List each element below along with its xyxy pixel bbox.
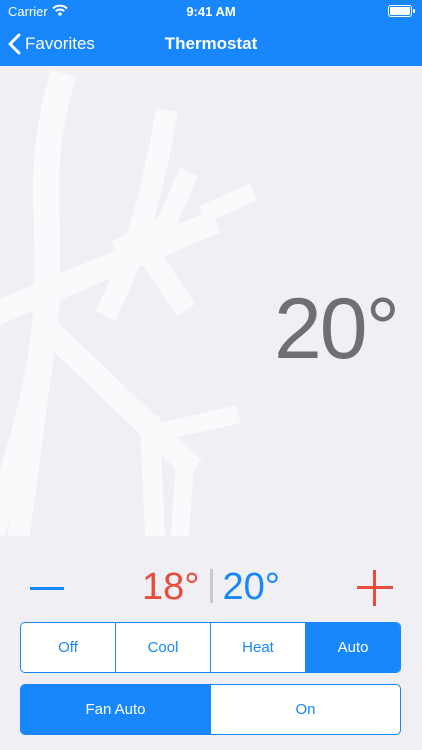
fan-segmented-control: Fan Auto On xyxy=(20,684,401,735)
increase-temperature-button[interactable] xyxy=(357,570,393,606)
back-button[interactable]: Favorites xyxy=(8,22,95,66)
mode-cool-segment[interactable]: Cool xyxy=(115,623,210,672)
status-bar: Carrier 9:41 AM xyxy=(0,0,422,22)
cool-setpoint[interactable]: 20° xyxy=(223,566,280,608)
current-temperature: 20° xyxy=(273,281,400,377)
status-time: 9:41 AM xyxy=(186,4,236,19)
setpoint-divider xyxy=(209,569,213,603)
heat-setpoint[interactable]: 18° xyxy=(142,566,199,608)
navigation-bar: Favorites Thermostat xyxy=(0,22,422,66)
chevron-left-icon xyxy=(8,33,21,55)
back-button-label: Favorites xyxy=(25,34,95,53)
setpoint-controls: 18° 20° xyxy=(0,560,422,616)
mode-auto-segment[interactable]: Auto xyxy=(305,623,400,672)
mode-segmented-control: Off Cool Heat Auto xyxy=(20,622,401,673)
fan-auto-segment[interactable]: Fan Auto xyxy=(21,685,210,734)
mode-heat-segment[interactable]: Heat xyxy=(210,623,305,672)
mode-off-segment[interactable]: Off xyxy=(21,623,115,672)
battery-icon xyxy=(388,5,415,17)
snowflake-icon xyxy=(0,69,257,536)
fan-on-segment[interactable]: On xyxy=(210,685,400,734)
